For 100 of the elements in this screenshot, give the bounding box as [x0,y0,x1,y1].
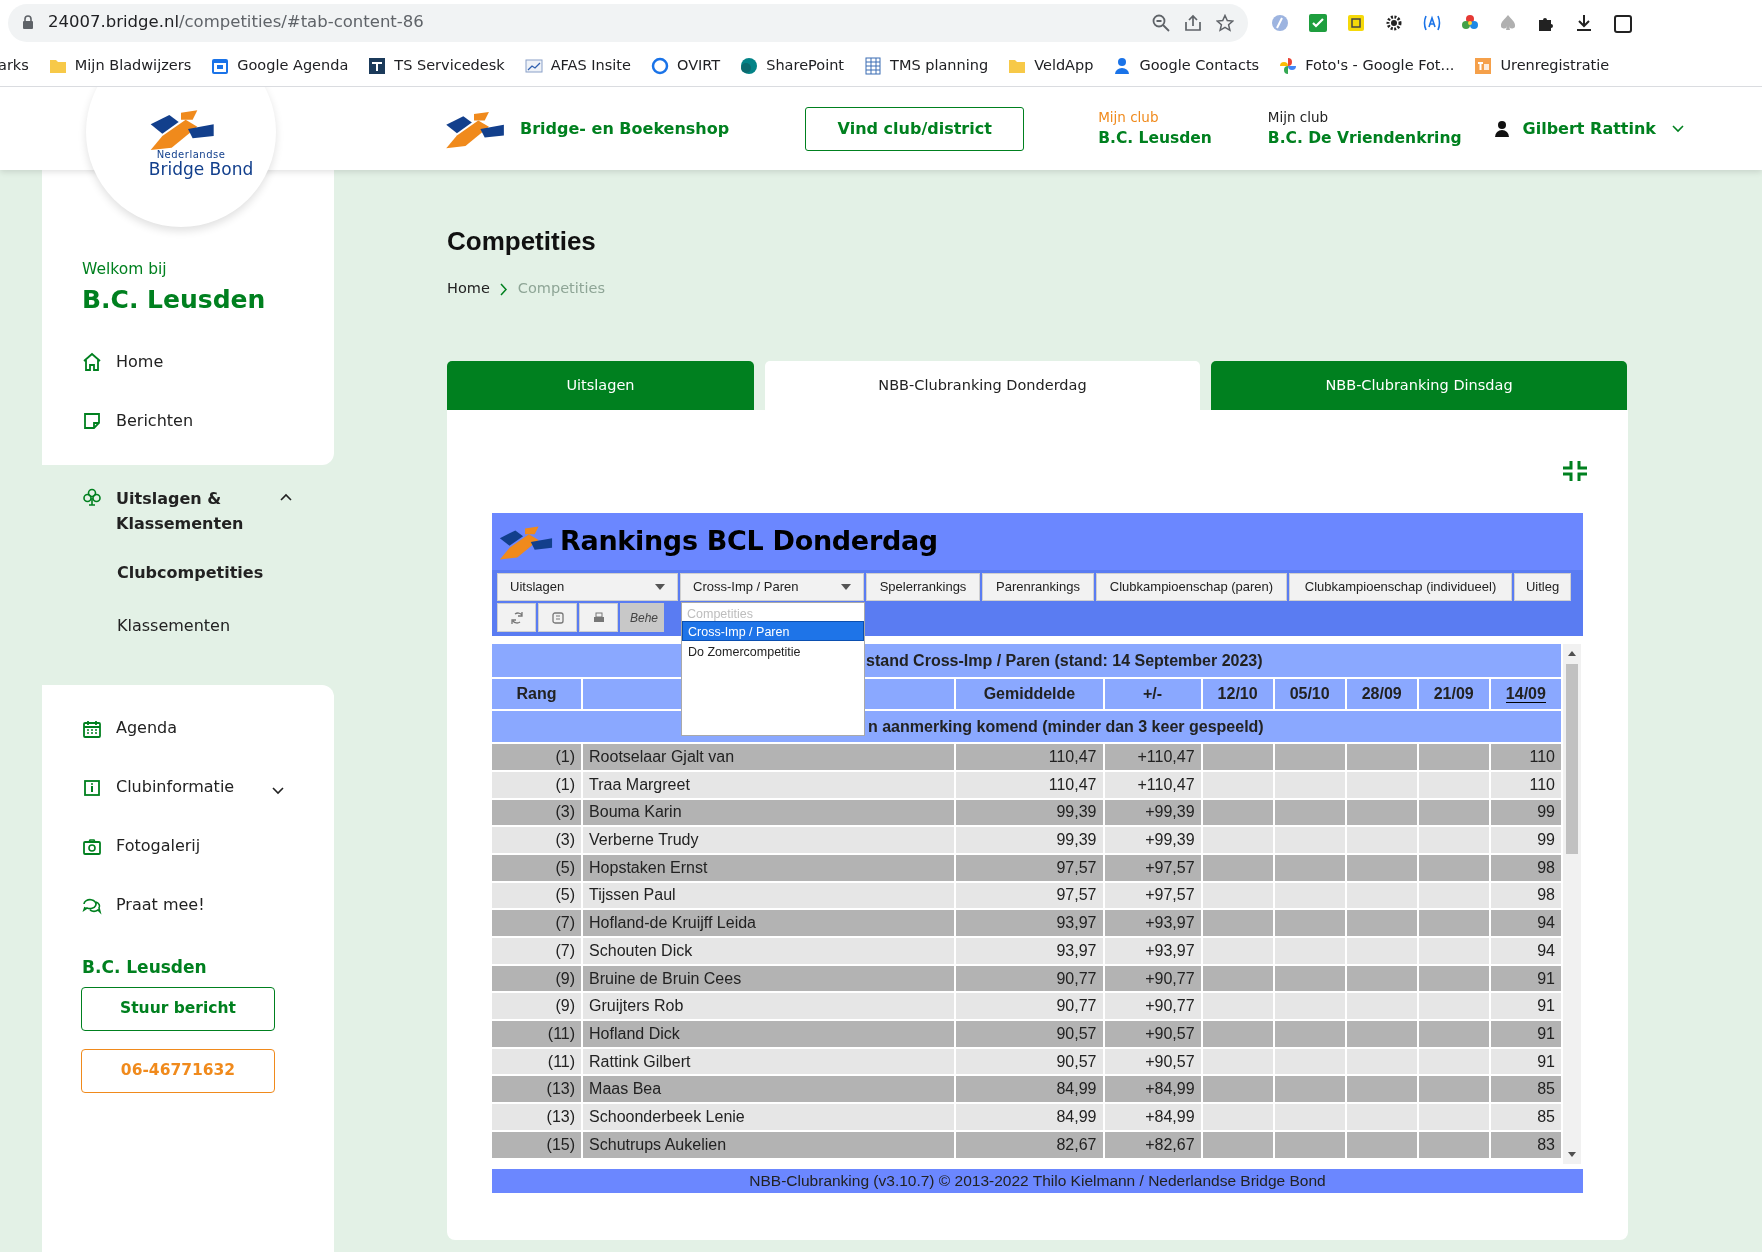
score-cell: 99 [1490,799,1561,826]
bookmark[interactable]: AFAS Insite [524,54,631,77]
name-cell: Hofland Dick [583,1021,955,1047]
tool-button[interactable] [538,603,577,633]
score-cell: 94 [1490,910,1561,936]
bookmark[interactable]: TS Servicedesk [368,54,505,77]
share-icon[interactable] [1184,13,1202,32]
name-cell: Hofland-de Kruijff Leida [583,910,955,936]
bookmark[interactable]: Google Contacts [1113,54,1260,77]
dropdown[interactable]: Cross-Imp / Paren [680,573,864,602]
tool-label[interactable]: Behe [620,603,664,633]
breadcrumb-link[interactable]: Home [447,278,490,301]
chevron-down-icon[interactable] [272,786,284,795]
download-icon[interactable] [1574,12,1594,33]
average-cell: 110,47 [956,744,1103,770]
tab[interactable]: NBB-Clubranking Dinsdag [1211,361,1627,411]
submenu-item[interactable]: Klassementen [42,599,237,653]
rank-cell: (1) [492,771,582,798]
sidebar-item[interactable]: Home [42,332,334,392]
submenu-item[interactable]: Clubcompetities [42,546,270,600]
difference-cell: +90,57 [1104,1048,1201,1075]
square-icon[interactable] [1346,12,1366,33]
club-name: B.C. Leusden [81,284,267,317]
difference-cell: +82,67 [1104,1131,1201,1158]
menu-button[interactable]: Uitleg [1514,573,1571,602]
sidebar-item[interactable]: Agenda [42,699,334,758]
note-icon [550,610,565,625]
average-cell: 82,67 [956,1131,1103,1158]
name-cell: Maas Bea [583,1076,955,1103]
menu-header: Competities [686,606,754,622]
name-cell: Tijssen Paul [583,882,955,909]
page-title: Competities [447,226,597,258]
score-cell: 83 [1490,1131,1561,1158]
sidebar-item[interactable]: Uitslagen & Klassementen [42,481,334,547]
print-icon [591,610,606,625]
score-cell: 98 [1490,854,1561,881]
tab[interactable]: NBB-Clubranking Donderdag [765,361,1200,411]
rank-cell: (7) [492,938,582,964]
average-cell: 90,57 [956,1048,1103,1075]
tab[interactable]: Uitslagen [447,361,754,411]
menu-option[interactable]: Cross-Imp / Paren [682,621,864,642]
sidebar-item[interactable]: Clubinformatie [42,758,334,817]
bookmark[interactable]: Google Agenda [211,54,349,77]
user-menu[interactable]: Gilbert Rattink [1522,116,1656,141]
menu-button[interactable]: Clubkampioenschap (paren) [1096,573,1287,602]
menu-option[interactable]: Do Zomercompetitie [682,641,864,662]
grid-icon [864,56,883,75]
find-club-button[interactable]: Vind club/district [805,106,1025,151]
logo-title: Bridge Bond [148,160,254,179]
menu-button[interactable]: Parenrankings [982,573,1094,602]
score-cell: 99 [1490,827,1561,853]
score-cell: 91 [1490,1048,1561,1075]
square-icon [368,56,387,75]
info-icon [82,777,102,798]
bookmark[interactable]: Foto's - Google Fot... [1279,54,1455,77]
sidebar-item[interactable]: Praat mee! [42,876,334,935]
star-icon[interactable] [1216,13,1234,32]
club-label: Mijn club [1098,107,1160,127]
refresh-icon [509,610,524,625]
name-cell: Gruijters Rob [583,993,955,1020]
club-link[interactable]: B.C. De Vriendenkring [1267,127,1462,151]
check-icon[interactable] [1308,12,1328,33]
bookmark[interactable]: SharePoint [740,54,845,77]
average-cell: 90,77 [956,993,1103,1020]
zoom-icon[interactable] [1152,13,1170,32]
home-icon [82,352,102,373]
rank-cell: (1) [492,744,582,770]
chevron-up-icon[interactable] [280,493,292,501]
bookmark[interactable]: TMS planning [864,54,989,77]
rank-cell: (11) [492,1021,582,1047]
rank-cell: (13) [492,1104,582,1130]
difference-cell: +97,57 [1104,854,1201,881]
shop-link[interactable]: Bridge- en Boekenshop [520,116,730,141]
menu-button[interactable]: Spelerrankings [866,573,980,602]
message-button[interactable]: Stuur bericht [81,986,275,1031]
address-bar[interactable]: 24007.bridge.nl/competities/#tab-content-86 [8,3,1248,42]
sidebar-item[interactable]: Fotogalerij [42,817,334,876]
name-cell: Verberne Trudy [583,827,955,853]
table-note: n aanmerking komend (minder dan 3 keer gespeeld) [868,717,1264,735]
club-link[interactable]: B.C. Leusden [1098,127,1212,151]
bookmark[interactable]: Urenregistratie [1474,54,1610,77]
tool-button[interactable] [579,603,618,633]
scrollbar[interactable] [1563,644,1581,1165]
bookmark[interactable]: Mijn Bladwijzers [48,54,192,77]
average-cell: 93,97 [956,938,1103,964]
dropdown[interactable]: Uitslagen [497,573,678,602]
difference-cell: +110,47 [1104,771,1201,798]
person-icon [1113,56,1132,75]
bookmark[interactable]: OVIRT [650,54,721,77]
name-cell: Schoonderbeek Lenie [583,1104,955,1130]
menu-button[interactable]: Clubkampioenschap (individueel) [1289,573,1512,602]
tool-button[interactable] [497,603,536,633]
column-header[interactable]: +/- [1142,685,1163,703]
score-cell: 91 [1490,1021,1561,1047]
window-icon[interactable] [1612,12,1632,33]
welcome-text: Welkom bij [81,259,168,280]
collapse-icon[interactable] [1562,460,1588,483]
circle-icon [740,56,759,75]
bookmark[interactable]: VeldApp [1008,54,1094,77]
sidebar-item[interactable]: Berichten [42,391,334,451]
